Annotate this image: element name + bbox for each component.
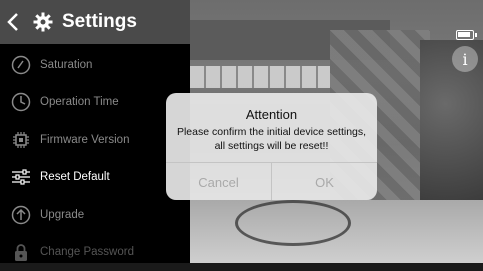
menu-item-label: Firmware Version [40,134,129,146]
saturation-icon [9,53,33,77]
menu-item-operation-time[interactable]: Operation Time [0,84,190,122]
dialog-buttons: Cancel OK [166,162,377,200]
gear-icon [32,11,54,33]
clock-icon [9,90,33,114]
dialog-title: Attention [166,107,377,122]
lock-icon [9,240,33,264]
settings-panel: Settings Saturation Operation Time Firmw… [0,0,190,263]
info-icon[interactable]: i [452,46,478,72]
menu-item-change-password[interactable]: Change Password [0,234,190,271]
menu-item-upgrade[interactable]: Upgrade [0,196,190,234]
camera-windows [190,66,330,88]
page-title: Settings [62,11,137,33]
battery-icon [456,30,474,40]
settings-header: Settings [0,0,190,44]
ok-button[interactable]: OK [272,163,377,200]
sliders-icon [9,165,33,189]
menu-item-label: Upgrade [40,209,84,221]
menu-item-firmware-version[interactable]: Firmware Version [0,121,190,159]
menu-item-saturation[interactable]: Saturation [0,46,190,84]
menu-item-label: Saturation [40,59,92,71]
cancel-button[interactable]: Cancel [166,163,272,200]
chevron-left-icon[interactable] [0,0,26,44]
attention-dialog: Attention Please confirm the initial dev… [166,93,377,200]
menu-item-label: Operation Time [40,96,119,108]
menu-item-label: Reset Default [40,171,110,183]
settings-menu: Saturation Operation Time Firmware Versi… [0,46,190,271]
menu-item-label: Change Password [40,246,134,258]
chip-icon [9,128,33,152]
menu-item-reset-default[interactable]: Reset Default [0,159,190,197]
camera-bicycle [235,200,351,246]
dialog-message: Please confirm the initial device settin… [172,125,371,153]
upload-arrow-icon [9,203,33,227]
